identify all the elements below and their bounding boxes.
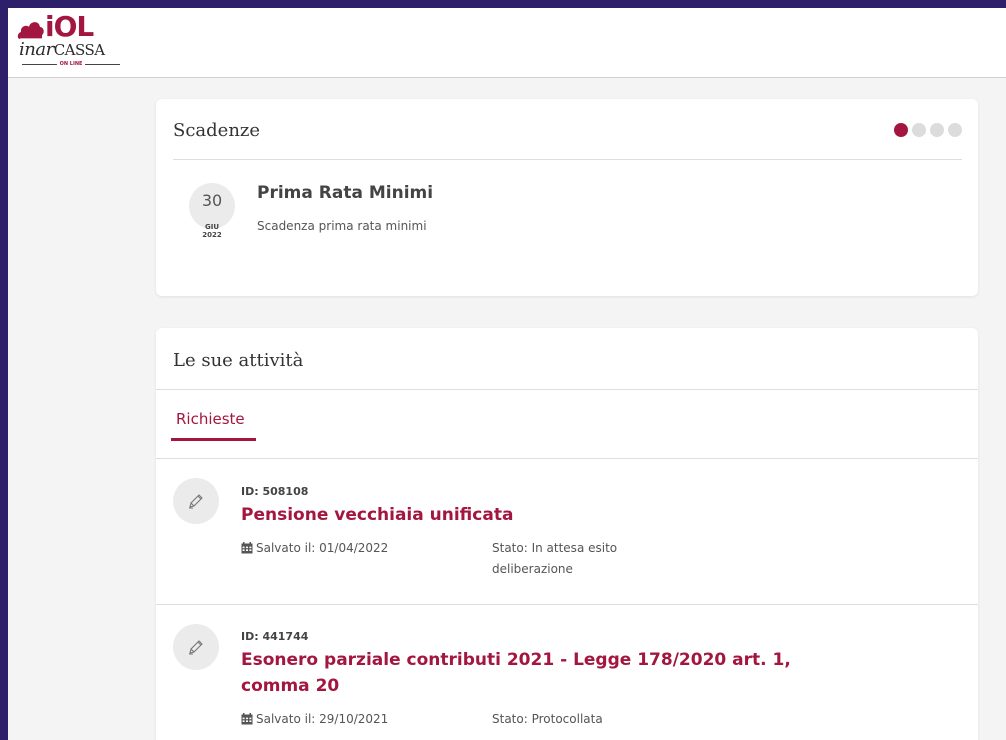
logo-brand-italic: inar xyxy=(19,39,54,60)
divider xyxy=(156,458,978,459)
divider xyxy=(156,604,978,605)
request-saved-date: Salvato il: 29/10/2021 xyxy=(241,712,388,726)
attivita-card: Le sue attività Richieste ID: 508108 Pen… xyxy=(156,328,978,740)
logo-iol-text: iOL xyxy=(45,10,94,43)
logo-brand-name: inarCASSA xyxy=(19,39,105,60)
attivita-title: Le sue attività xyxy=(173,350,304,371)
active-tab-indicator xyxy=(171,438,256,441)
scadenze-title: Scadenze xyxy=(173,120,261,141)
request-id: ID: 441744 xyxy=(241,630,309,643)
scadenze-card: Scadenze 30 GIU 2022 Prima Rata Minimi S… xyxy=(156,99,978,296)
divider xyxy=(85,63,121,65)
header: iOL inarCASSA ON LINE xyxy=(8,8,1006,78)
pencil-glyph xyxy=(189,494,203,509)
logo-top: iOL xyxy=(17,10,94,43)
app-frame: iOL inarCASSA ON LINE Scadenze 30 GIU 20… xyxy=(8,8,1006,740)
request-saved-text: Salvato il: 01/04/2022 xyxy=(256,541,389,555)
calendar-icon xyxy=(241,713,253,725)
divider xyxy=(22,63,57,65)
date-day: 30 xyxy=(201,191,223,210)
request-status: Stato: Protocollata xyxy=(492,712,603,726)
carousel-dot-3[interactable] xyxy=(930,123,944,137)
carousel-dot-2[interactable] xyxy=(912,123,926,137)
pencil-icon xyxy=(173,478,219,524)
logo-tagline: ON LINE xyxy=(19,61,123,67)
carousel-dot-1[interactable] xyxy=(894,123,908,137)
pencil-glyph xyxy=(189,640,203,655)
request-saved-text: Salvato il: 29/10/2021 xyxy=(256,712,389,726)
request-saved-date: Salvato il: 01/04/2022 xyxy=(241,541,388,555)
logo-brand-upper: CASSA xyxy=(53,41,105,59)
cloud-icon xyxy=(17,22,44,40)
request-title-link[interactable]: Esonero parziale contributi 2021 - Legge… xyxy=(241,647,861,699)
request-status: Stato: In attesa esito deliberazione xyxy=(492,541,618,576)
calendar-icon xyxy=(241,542,253,554)
scadenza-description: Scadenza prima rata minimi xyxy=(257,219,427,233)
date-year: 2022 xyxy=(202,231,222,239)
scadenza-title: Prima Rata Minimi xyxy=(257,183,434,203)
request-id: ID: 508108 xyxy=(241,485,309,498)
logo-tagline-text: ON LINE xyxy=(59,61,83,67)
divider xyxy=(156,389,978,390)
divider xyxy=(173,159,962,160)
tab-richieste[interactable]: Richieste xyxy=(174,410,249,436)
request-title-link[interactable]: Pensione vecchiaia unificata xyxy=(241,502,861,528)
carousel-dots xyxy=(894,123,962,137)
carousel-dot-4[interactable] xyxy=(948,123,962,137)
inarcassa-logo[interactable]: iOL inarCASSA ON LINE xyxy=(17,11,127,73)
date-month: GIU xyxy=(204,223,220,231)
pencil-icon xyxy=(173,624,219,670)
